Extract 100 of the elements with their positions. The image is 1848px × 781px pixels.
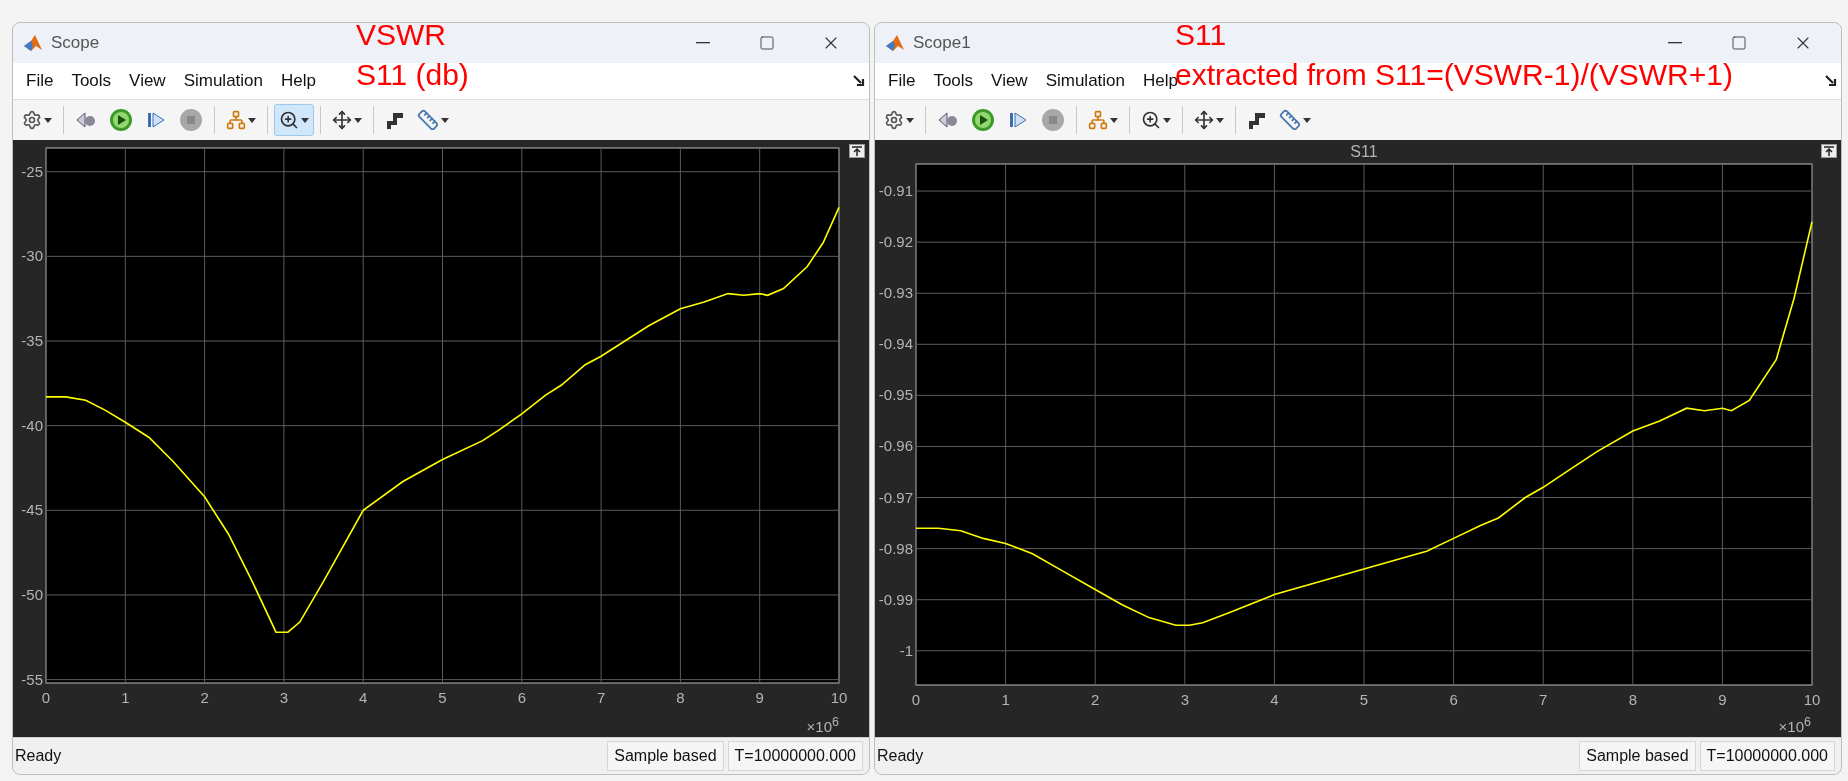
settings-icon [22, 110, 42, 130]
fit-to-view-icon [332, 110, 352, 130]
maximize-icon [1731, 35, 1747, 51]
menu-item[interactable]: Help [272, 67, 325, 95]
x-tick-label: 6 [1449, 691, 1458, 708]
box-arrow-icon [849, 144, 865, 158]
status-time: T=10000000.000 [727, 741, 863, 771]
x-tick-label: 4 [1270, 691, 1279, 708]
caret-icon [1216, 117, 1224, 123]
x-tick-label: 0 [41, 689, 51, 706]
x-tick-label: 1 [121, 689, 130, 706]
x-tick-label: 10 [1803, 691, 1821, 708]
y-tick-label: -0.98 [878, 539, 913, 557]
caret-icon [44, 117, 52, 123]
y-tick-label: -0.97 [878, 488, 913, 506]
status-text: Ready [15, 747, 63, 765]
x-tick-label: 2 [200, 689, 209, 706]
annotation-text: S11 [1175, 17, 1227, 53]
undock-arrow-icon [1825, 75, 1837, 87]
x-tick-label: 3 [279, 689, 289, 706]
y-tick-label: -0.99 [878, 590, 913, 608]
caret-icon [441, 117, 449, 123]
x-tick-label: 8 [1628, 691, 1637, 708]
chart-title: S11 [1350, 143, 1378, 160]
run-icon [109, 108, 133, 132]
window-title: Scope1 [913, 33, 971, 53]
y-tick-label: -40 [21, 416, 43, 434]
x-tick-label: 0 [911, 691, 921, 708]
y-tick-label: -0.93 [878, 284, 913, 302]
y-tick-label: -0.91 [878, 182, 913, 200]
y-tick-label: -1 [899, 641, 913, 659]
y-tick-label: -35 [21, 332, 43, 349]
caret-icon [301, 117, 309, 123]
caret-icon [354, 117, 362, 123]
axis-exponent: ×10$^{6}$ [1778, 715, 1811, 735]
minimize-icon [1668, 42, 1682, 44]
x-tick-label: 5 [1359, 691, 1369, 708]
stop-icon [1041, 108, 1065, 132]
window-title: Scope [51, 33, 100, 53]
annotation-text: S11 (db) [356, 57, 469, 93]
y-tick-label: -25 [21, 162, 43, 180]
caret-icon [1110, 117, 1118, 123]
caret-icon [1303, 117, 1311, 123]
run-icon [971, 108, 995, 132]
x-tick-label: 8 [676, 689, 685, 706]
menu-item[interactable]: View [982, 67, 1037, 95]
step-forward-icon [1007, 109, 1029, 131]
settings-icon [884, 110, 904, 130]
y-tick-label: -0.94 [878, 335, 913, 353]
menu-item[interactable]: Simulation [174, 67, 272, 95]
x-tick-label: 3 [1180, 691, 1189, 708]
y-tick-label: -30 [21, 247, 43, 265]
x-tick-label: 4 [359, 689, 368, 706]
caret-icon [1163, 117, 1171, 123]
zoom-in-icon [1141, 110, 1161, 130]
status-mode: Sample based [1579, 741, 1696, 771]
x-tick-label: 2 [1091, 691, 1100, 708]
x-tick-label: 1 [1001, 691, 1010, 708]
signal-tree-icon [226, 110, 246, 130]
zoom-in-icon [279, 110, 299, 130]
menu-item[interactable]: Simulation [1036, 67, 1134, 95]
menu-item[interactable]: File [17, 67, 63, 95]
minimize-icon [696, 42, 710, 44]
maximize-icon [759, 35, 775, 51]
ruler-icon [1279, 109, 1301, 131]
y-tick-label: -0.92 [878, 233, 913, 251]
y-tick-label: -0.95 [878, 386, 913, 404]
stop-icon [179, 108, 203, 132]
menu-item[interactable]: File [879, 67, 925, 95]
menu-item[interactable]: Tools [62, 67, 121, 95]
app-icon [23, 33, 43, 53]
signal-tree-icon [1088, 110, 1108, 130]
step-back-icon [75, 109, 97, 131]
menu-item[interactable]: View [120, 67, 175, 95]
step-forward-icon [145, 109, 167, 131]
box-arrow-icon [1821, 144, 1837, 158]
y-tick-label: -50 [21, 585, 43, 603]
y-tick-label: -45 [21, 501, 43, 519]
x-tick-label: 9 [1718, 691, 1727, 708]
y-tick-label: -0.96 [878, 437, 913, 455]
app-icon [885, 33, 905, 53]
x-tick-label: 5 [438, 689, 447, 706]
x-tick-label: 6 [517, 689, 526, 706]
annotation-text: extracted from S11=(VSWR-1)/(VSWR+1) [1175, 57, 1733, 93]
x-tick-label: 7 [596, 689, 606, 706]
y-tick-label: -55 [21, 670, 43, 688]
toolbar-button[interactable] [274, 104, 314, 136]
axis-exponent: ×10$^{6}$ [806, 715, 839, 735]
annotation-text: VSWR [356, 17, 446, 53]
step-back-icon [937, 109, 959, 131]
status-text: Ready [877, 747, 925, 765]
ruler-icon [417, 109, 439, 131]
status-time: T=10000000.000 [1699, 741, 1835, 771]
caret-icon [248, 117, 256, 123]
menu-item[interactable]: Tools [924, 67, 983, 95]
status-mode: Sample based [607, 741, 724, 771]
caret-icon [906, 117, 914, 123]
x-tick-label: 9 [755, 689, 764, 706]
undock-arrow-icon [853, 75, 865, 87]
x-tick-label: 10 [830, 689, 848, 706]
